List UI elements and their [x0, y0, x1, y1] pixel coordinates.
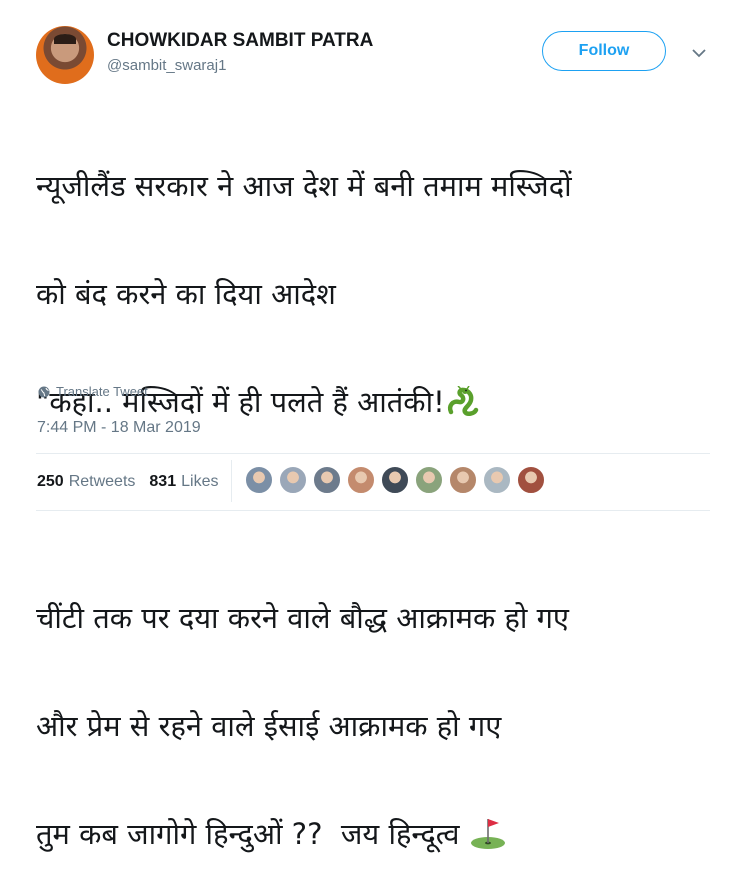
likes-count: 831	[149, 473, 177, 490]
tweet-line: तुम कब जागोगे हिन्दुओं ?? जय हिन्दूत्व	[36, 816, 716, 852]
retweets-count: 250	[37, 473, 64, 490]
golf-flag-emoji-icon	[469, 816, 507, 858]
divider	[36, 453, 710, 454]
stats-separator	[231, 460, 232, 502]
liker-avatar[interactable]	[313, 466, 341, 494]
likes-stat[interactable]: 831 Likes	[149, 473, 218, 491]
dragon-emoji-icon	[445, 385, 481, 426]
likes-label: Likes	[181, 473, 219, 490]
tweet-line: न्यूजीलैंड सरकार ने आज देश में बनी तमाम …	[36, 169, 572, 203]
tweet-line: चींटी तक पर दया करने वाले बौद्ध आक्रामक …	[36, 601, 569, 635]
liker-avatar[interactable]	[347, 466, 375, 494]
translate-tweet-link[interactable]: Translate Tweet	[38, 384, 148, 399]
divider	[36, 510, 710, 511]
liker-avatar[interactable]	[279, 466, 307, 494]
tweet-line-text: तुम कब जागोगे हिन्दुओं ?? जय हिन्दूत्व	[36, 817, 469, 851]
globe-icon	[38, 386, 50, 397]
follow-button-label: Follow	[578, 42, 630, 59]
liker-avatar[interactable]	[415, 466, 443, 494]
follow-button[interactable]: Follow	[542, 31, 666, 71]
tweet-timestamp[interactable]: 7:44 PM - 18 Mar 2019	[37, 419, 201, 437]
liker-avatar[interactable]	[245, 466, 273, 494]
tweet-line: और प्रेम से रहने वाले ईसाई आक्रामक हो गए	[36, 709, 502, 743]
retweets-label: Retweets	[68, 473, 136, 490]
tweet-line: को बंद करने का दिया आदेश	[36, 277, 336, 311]
liker-avatars	[245, 466, 551, 494]
tweet-stats: 250 Retweets 831 Likes	[37, 473, 232, 491]
liker-avatar[interactable]	[381, 466, 409, 494]
retweets-stat[interactable]: 250 Retweets	[37, 473, 135, 491]
chevron-down-icon[interactable]	[690, 44, 708, 62]
liker-avatar[interactable]	[517, 466, 545, 494]
author-name[interactable]: CHOWKIDAR SAMBIT PATRA	[107, 30, 373, 52]
author-handle[interactable]: @sambit_swaraj1	[107, 57, 226, 74]
author-avatar[interactable]	[36, 26, 94, 84]
translate-label: Translate Tweet	[56, 384, 148, 399]
liker-avatar[interactable]	[449, 466, 477, 494]
liker-avatar[interactable]	[483, 466, 511, 494]
